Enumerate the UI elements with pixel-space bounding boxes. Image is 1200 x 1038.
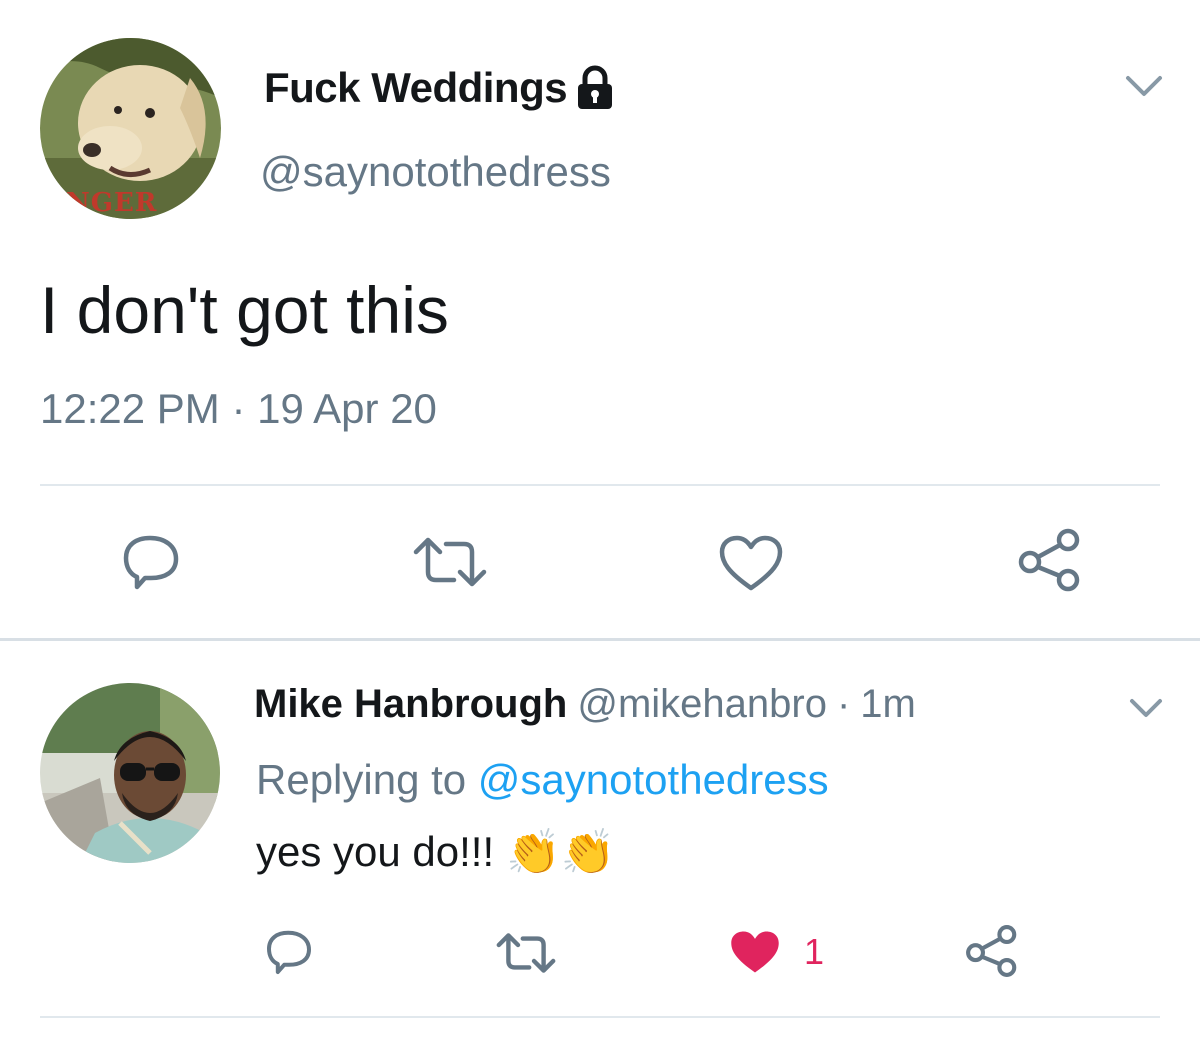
display-name[interactable]: Fuck Weddings: [264, 64, 568, 112]
like-button[interactable]: 1: [728, 928, 824, 976]
avatar[interactable]: [40, 683, 220, 863]
tweet-text-row: yes you do!!! 👏👏: [256, 826, 616, 878]
reply-icon[interactable]: [118, 532, 184, 592]
retweet-icon[interactable]: [410, 536, 490, 588]
like-count: 1: [804, 931, 825, 972]
section-divider: [0, 638, 1200, 641]
replying-prefix: Replying to: [256, 756, 467, 803]
author-row: Mike Hanbrough @mikehanbro · 1m: [254, 682, 916, 727]
handle[interactable]: @saynotothedress: [260, 148, 611, 196]
replying-handle-link[interactable]: @saynotothedress: [478, 756, 829, 803]
author-row: Fuck Weddings: [264, 64, 615, 112]
bottom-divider: [40, 1016, 1160, 1018]
share-icon[interactable]: [964, 924, 1020, 978]
tweet-text: I don't got this: [40, 273, 449, 347]
tweet-text: yes you do!!!: [256, 828, 495, 875]
handle[interactable]: @mikehanbro: [577, 682, 827, 727]
chevron-down-icon[interactable]: [1128, 696, 1164, 720]
heart-icon[interactable]: [718, 534, 784, 592]
lock-icon: [575, 65, 615, 111]
heart-filled-icon: [728, 928, 782, 976]
tweet-age[interactable]: 1m: [860, 682, 916, 727]
share-icon[interactable]: [1016, 528, 1084, 592]
retweet-icon[interactable]: [494, 932, 558, 974]
reply-icon[interactable]: [262, 928, 316, 976]
divider: [40, 484, 1160, 486]
timestamp[interactable]: 12:22 PM · 19 Apr 20: [40, 385, 437, 433]
separator: ·: [836, 682, 851, 726]
replying-to: Replying to @saynotothedress: [256, 756, 829, 804]
display-name[interactable]: Mike Hanbrough: [254, 682, 567, 727]
clapping-hands-emoji: 👏👏: [506, 828, 616, 877]
avatar[interactable]: NGER: [40, 38, 221, 219]
avatar-caption: NGER: [66, 188, 158, 218]
chevron-down-icon[interactable]: [1124, 72, 1164, 100]
